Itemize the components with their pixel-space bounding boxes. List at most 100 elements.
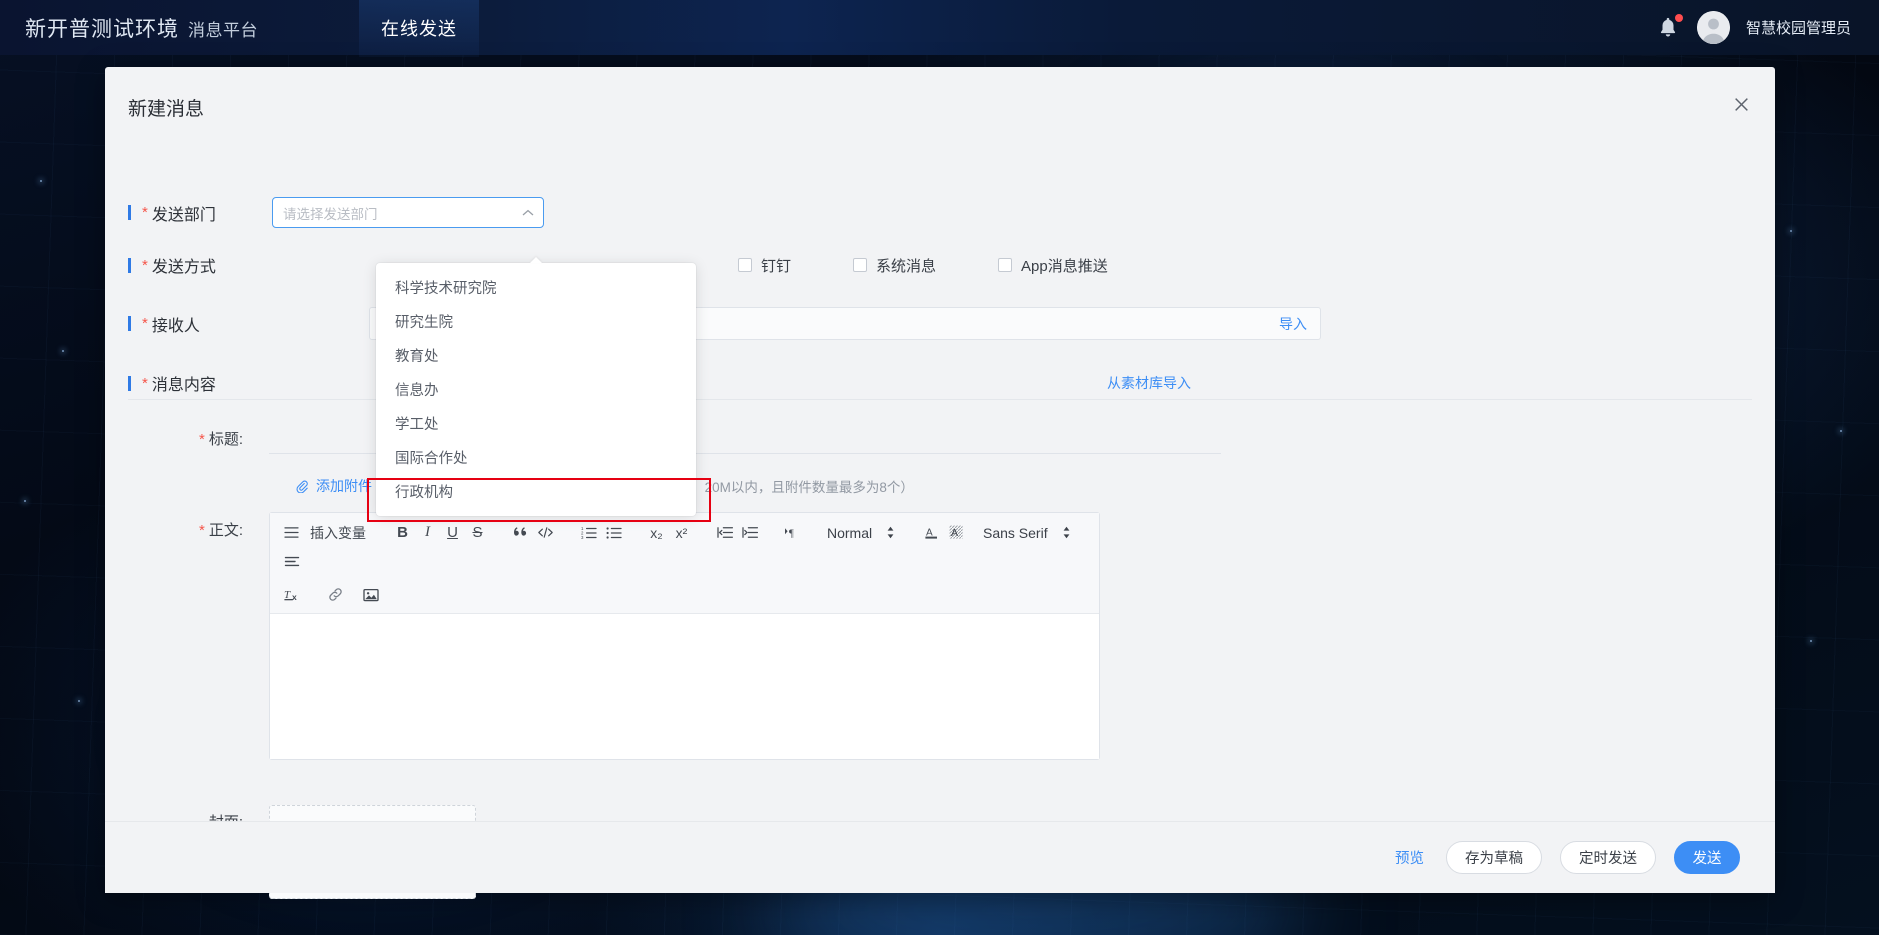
dropdown-option-label: 教育处 bbox=[395, 348, 439, 365]
brand: 新开普测试环境 消息平台 bbox=[25, 13, 258, 43]
receiver-import-link[interactable]: 导入 bbox=[1279, 314, 1307, 334]
top-navigation-bar: 新开普测试环境 消息平台 在线发送 智慧校园管理员 bbox=[0, 0, 1879, 57]
message-content-label-text: 消息内容 bbox=[151, 377, 216, 394]
section-bar bbox=[128, 257, 131, 273]
bold-button[interactable]: B bbox=[390, 520, 415, 545]
new-message-dialog: 新建消息 * 发送部门 请选择发送部门 * 发送方式 钉钉 系统消息 App消息… bbox=[105, 67, 1775, 899]
dropdown-option[interactable]: 教育处 bbox=[376, 338, 696, 372]
chevron-updown-icon bbox=[886, 526, 895, 539]
notification-button[interactable] bbox=[1657, 13, 1683, 41]
checkbox-dingding[interactable]: 钉钉 bbox=[738, 255, 791, 276]
insert-variable-button[interactable]: 插入变量 bbox=[304, 520, 372, 545]
required-asterisk: * bbox=[142, 315, 148, 332]
import-from-material-library-link[interactable]: 从素材库导入 bbox=[1107, 373, 1191, 393]
checkbox-label: 钉钉 bbox=[761, 257, 792, 275]
required-asterisk: * bbox=[198, 522, 205, 539]
brand-sub-title: 消息平台 bbox=[188, 20, 258, 40]
chevron-updown-icon bbox=[1062, 526, 1071, 539]
avatar[interactable] bbox=[1696, 11, 1730, 44]
receiver-label-text: 接收人 bbox=[151, 317, 200, 335]
editor-content-area[interactable] bbox=[270, 614, 1099, 759]
send-method-label: * 发送方式 bbox=[128, 253, 256, 277]
content-divider bbox=[128, 399, 1752, 400]
align-left-icon[interactable] bbox=[279, 549, 304, 574]
checkbox-label: 系统消息 bbox=[876, 257, 937, 275]
notification-badge-dot bbox=[1674, 13, 1683, 22]
add-attachment-label: 添加附件 bbox=[316, 478, 372, 494]
dropdown-option-highlighted[interactable]: 行政机构 bbox=[376, 474, 696, 508]
required-asterisk: * bbox=[198, 431, 205, 448]
italic-button[interactable]: I bbox=[415, 520, 440, 545]
underline-button[interactable]: U bbox=[440, 520, 465, 545]
bg-star bbox=[62, 350, 64, 352]
dropdown-option[interactable]: 国际合作处 bbox=[376, 440, 696, 474]
clear-format-icon[interactable]: T x bbox=[280, 582, 305, 607]
title-field-label: * 标题: bbox=[128, 428, 243, 449]
send-department-select[interactable]: 请选择发送部门 bbox=[272, 197, 544, 228]
dropdown-option[interactable]: 研究生院 bbox=[376, 304, 696, 338]
row-body-field: * 正文: 插入变量 B I U S 1 2 3 x₂ x² ¶ Normal … bbox=[128, 512, 1728, 760]
heading-select-value: Normal bbox=[827, 524, 873, 541]
svg-text:¶: ¶ bbox=[789, 528, 794, 539]
font-color-icon[interactable]: A bbox=[919, 520, 944, 545]
paperclip-icon bbox=[295, 479, 309, 493]
form-area: * 发送部门 请选择发送部门 * 发送方式 钉钉 系统消息 App消息推送 * … bbox=[105, 149, 1775, 899]
close-icon[interactable] bbox=[1728, 91, 1754, 117]
send-button[interactable]: 发送 bbox=[1674, 841, 1740, 874]
send-department-select-value: 请选择发送部门 bbox=[283, 206, 378, 222]
checkbox-box[interactable] bbox=[853, 258, 868, 272]
send-method-checkbox-group: 钉钉 系统消息 App消息推送 bbox=[738, 255, 1108, 276]
save-draft-button[interactable]: 存为草稿 bbox=[1446, 841, 1542, 874]
quote-icon[interactable] bbox=[508, 520, 533, 545]
schedule-send-button[interactable]: 定时发送 bbox=[1560, 841, 1656, 874]
svg-text:x: x bbox=[292, 592, 297, 602]
user-name-label: 智慧校园管理员 bbox=[1745, 20, 1851, 37]
add-attachment-button[interactable]: 添加附件 bbox=[295, 476, 372, 496]
font-family-select[interactable]: Sans Serif bbox=[979, 525, 1075, 541]
nav-item-online-send[interactable]: 在线发送 bbox=[359, 0, 479, 57]
bullet-list-icon[interactable] bbox=[601, 520, 626, 545]
code-icon[interactable] bbox=[533, 520, 558, 545]
list-lines-icon[interactable] bbox=[279, 520, 304, 545]
checkbox-system-message[interactable]: 系统消息 bbox=[853, 255, 936, 276]
preview-button[interactable]: 预览 bbox=[1391, 841, 1428, 874]
section-bar bbox=[128, 316, 131, 331]
heading-select[interactable]: Normal bbox=[823, 525, 909, 541]
bg-star bbox=[24, 500, 26, 502]
bg-star bbox=[78, 700, 80, 702]
dialog-title: 新建消息 bbox=[128, 99, 205, 120]
subscript-button[interactable]: x₂ bbox=[644, 520, 669, 545]
dialog-footer: 预览 存为草稿 定时发送 发送 bbox=[105, 821, 1775, 893]
dropdown-option[interactable]: 信息办 bbox=[376, 372, 696, 406]
ordered-list-icon[interactable]: 1 2 3 bbox=[576, 520, 601, 545]
text-direction-icon[interactable]: ¶ bbox=[780, 520, 805, 545]
link-icon[interactable] bbox=[323, 582, 348, 607]
checkbox-box[interactable] bbox=[998, 258, 1013, 272]
send-department-label: * 发送部门 bbox=[128, 201, 256, 225]
superscript-button[interactable]: x² bbox=[669, 520, 694, 545]
chevron-up-icon bbox=[522, 209, 534, 217]
row-receiver: * 接收人 导入 bbox=[128, 307, 1728, 340]
image-icon[interactable] bbox=[358, 582, 383, 607]
message-content-label: * 消息内容 bbox=[128, 371, 256, 395]
section-bar bbox=[128, 205, 131, 220]
dropdown-option[interactable]: 学工处 bbox=[376, 406, 696, 440]
body-field-label-text: 正文: bbox=[208, 522, 243, 539]
row-message-content-header: * 消息内容 从素材库导入 bbox=[128, 371, 1728, 395]
row-title-field: * 标题: bbox=[128, 423, 1728, 454]
background-color-icon[interactable]: A bbox=[944, 520, 969, 545]
section-bar bbox=[128, 375, 131, 391]
dropdown-option[interactable]: 科学技术研究院 bbox=[376, 270, 696, 304]
indent-icon[interactable] bbox=[737, 520, 762, 545]
checkbox-app-push[interactable]: App消息推送 bbox=[998, 255, 1108, 276]
outdent-icon[interactable] bbox=[712, 520, 737, 545]
bg-star bbox=[40, 180, 42, 182]
dropdown-option-label: 行政机构 bbox=[395, 484, 453, 501]
send-department-dropdown[interactable]: 科学技术研究院 研究生院 教育处 信息办 学工处 国际合作处 行政机构 bbox=[376, 263, 696, 516]
dropdown-option-label: 研究生院 bbox=[395, 314, 453, 331]
dropdown-option-label: 国际合作处 bbox=[395, 450, 468, 467]
dropdown-option-label: 科学技术研究院 bbox=[395, 280, 497, 297]
checkbox-box[interactable] bbox=[738, 258, 752, 272]
title-field-label-text: 标题: bbox=[208, 431, 243, 448]
strikethrough-button[interactable]: S bbox=[465, 520, 490, 545]
